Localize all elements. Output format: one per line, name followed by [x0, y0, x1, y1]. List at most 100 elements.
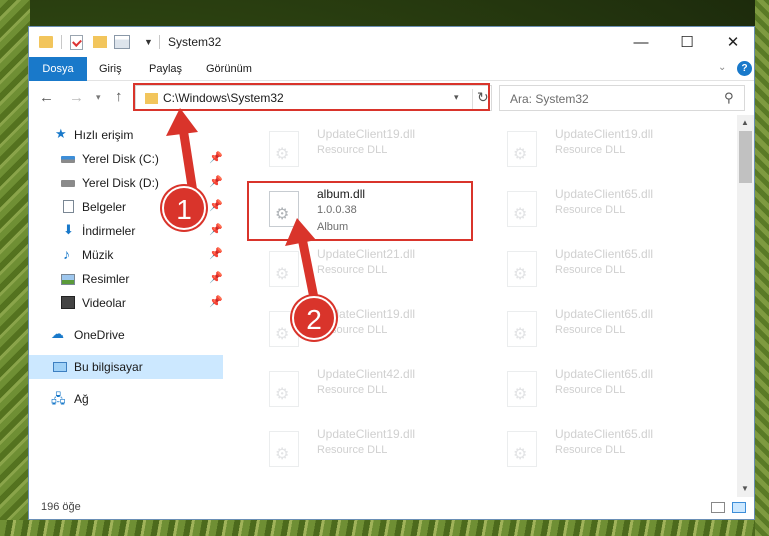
- sidebar-item-label: Resimler: [82, 272, 130, 286]
- scroll-down-arrow-icon[interactable]: ▼: [741, 484, 749, 493]
- scroll-up-arrow-icon[interactable]: ▲: [741, 118, 749, 127]
- pictures-icon: [61, 274, 75, 285]
- minimize-button[interactable]: —: [618, 27, 664, 57]
- file-item[interactable]: UpdateClient65.dll Resource DLL: [489, 183, 719, 239]
- file-item[interactable]: UpdateClient19.dll Resource DLL: [489, 123, 719, 179]
- file-name: UpdateClient42.dll: [317, 367, 416, 381]
- pin-icon[interactable]: 📌: [209, 271, 223, 284]
- file-name: UpdateClient21.dll: [317, 247, 416, 261]
- tab-view[interactable]: Görünüm: [206, 57, 252, 81]
- dll-file-icon: [507, 371, 537, 407]
- file-highlight-box: [247, 181, 473, 241]
- dll-file-icon: [507, 191, 537, 227]
- file-item[interactable]: UpdateClient65.dll Resource DLL: [489, 363, 719, 419]
- file-item[interactable]: UpdateClient19.dll Resource DLL: [251, 303, 481, 359]
- desktop-background: [0, 0, 30, 536]
- downloads-icon: ⬇: [63, 222, 74, 237]
- file-description: Resource DLL: [555, 204, 626, 216]
- file-description: Resource DLL: [317, 144, 388, 156]
- file-name: UpdateClient65.dll: [555, 307, 654, 321]
- file-description: Resource DLL: [555, 264, 626, 276]
- sidebar-item-this-pc[interactable]: Bu bilgisayar: [29, 355, 223, 379]
- scrollbar-thumb[interactable]: [739, 131, 752, 183]
- file-item[interactable]: UpdateClient42.dll Resource DLL: [251, 363, 481, 419]
- search-icon[interactable]: ⚲: [724, 90, 734, 106]
- pin-icon[interactable]: 📌: [209, 151, 223, 164]
- maximize-button[interactable]: ☐: [664, 27, 710, 57]
- sidebar-item-label: OneDrive: [74, 328, 125, 342]
- file-name: UpdateClient19.dll: [317, 127, 416, 141]
- help-icon[interactable]: ?: [737, 61, 752, 76]
- onedrive-cloud-icon: ☁: [51, 326, 64, 341]
- ribbon-expand-chevron-icon[interactable]: ⌄: [718, 62, 726, 73]
- pin-icon[interactable]: 📌: [209, 295, 223, 308]
- back-arrow-icon[interactable]: ←: [39, 89, 54, 106]
- tab-file[interactable]: Dosya: [29, 57, 87, 81]
- up-arrow-icon[interactable]: ↑: [115, 88, 123, 105]
- navigation-bar: ← → ▾ ↑ C:\Windows\System32 ▾ ↻ Ara: Sys…: [29, 82, 754, 114]
- file-description: Resource DLL: [555, 144, 626, 156]
- sidebar-item-label: Belgeler: [82, 200, 127, 214]
- quick-access-star-icon: ★: [55, 126, 67, 141]
- new-folder-icon[interactable]: [93, 36, 107, 48]
- sidebar-item-network[interactable]: 🖧 Ağ: [29, 387, 223, 411]
- file-description: Resource DLL: [317, 264, 388, 276]
- sidebar-item-videos[interactable]: Videolar 📌: [29, 291, 223, 315]
- file-item[interactable]: UpdateClient21.dll Resource DLL: [251, 243, 481, 299]
- file-name: UpdateClient19.dll: [555, 127, 654, 141]
- sidebar-item-label: Yerel Disk (C:): [82, 152, 159, 166]
- file-explorer-window: ▼ System32 — ☐ ✕ Dosya Giriş Paylaş Görü…: [28, 26, 755, 520]
- file-description: Resource DLL: [317, 384, 388, 396]
- folder-icon: [39, 36, 53, 48]
- file-description: Resource DLL: [555, 324, 626, 336]
- file-item[interactable]: UpdateClient19.dll Resource DLL: [251, 423, 481, 479]
- file-item[interactable]: UpdateClient65.dll Resource DLL: [489, 303, 719, 359]
- file-item[interactable]: UpdateClient65.dll Resource DLL: [489, 423, 719, 479]
- dll-file-icon: [269, 371, 299, 407]
- pin-icon[interactable]: 📌: [209, 199, 223, 212]
- chevron-down-icon[interactable]: ▼: [144, 37, 153, 47]
- sidebar-item-local-disk-c[interactable]: Yerel Disk (C:) 📌: [29, 147, 223, 171]
- forward-arrow-icon[interactable]: →: [69, 89, 84, 106]
- file-item[interactable]: UpdateClient65.dll Resource DLL: [489, 243, 719, 299]
- sidebar-item-label: Hızlı erişim: [74, 128, 134, 142]
- sidebar-item-pictures[interactable]: Resimler 📌: [29, 267, 223, 291]
- close-button[interactable]: ✕: [710, 27, 756, 57]
- dll-file-icon: [507, 431, 537, 467]
- pin-icon[interactable]: 📌: [209, 247, 223, 260]
- music-icon: ♪: [63, 246, 70, 262]
- step-callout-1: 1: [162, 186, 206, 230]
- sidebar-item-onedrive[interactable]: ☁ OneDrive: [29, 323, 223, 347]
- address-bar-highlight: [133, 83, 490, 111]
- sidebar-item-label: Müzik: [82, 248, 114, 262]
- file-item[interactable]: UpdateClient19.dll Resource DLL: [251, 123, 481, 179]
- title-bar: ▼ System32 — ☐ ✕: [29, 27, 754, 57]
- search-input[interactable]: Ara: System32 ⚲: [499, 85, 745, 111]
- navigation-pane: ★ Hızlı erişim Yerel Disk (C:) 📌 Yerel D…: [29, 123, 223, 483]
- recent-locations-chevron-icon[interactable]: ▾: [96, 92, 101, 103]
- ribbon: Dosya Giriş Paylaş Görünüm ⌄ ?: [29, 57, 754, 81]
- details-view-icon[interactable]: [711, 502, 725, 513]
- pin-icon[interactable]: 📌: [209, 175, 223, 188]
- file-name: UpdateClient65.dll: [555, 427, 654, 441]
- tab-share[interactable]: Paylaş: [149, 57, 182, 81]
- search-placeholder: Ara: System32: [510, 92, 589, 106]
- dll-file-icon: [269, 131, 299, 167]
- vertical-scrollbar[interactable]: ▲ ▼: [737, 115, 754, 497]
- desktop-background-right: [755, 0, 769, 536]
- desktop-background-bottom: [0, 520, 769, 536]
- sidebar-item-label: Ağ: [74, 392, 89, 406]
- pin-icon[interactable]: 📌: [209, 223, 223, 236]
- dll-file-icon: [269, 431, 299, 467]
- tab-home[interactable]: Giriş: [99, 57, 122, 81]
- tiles-view-icon[interactable]: [732, 502, 746, 513]
- sidebar-item-music[interactable]: ♪ Müzik 📌: [29, 243, 223, 267]
- sidebar-item-label: Bu bilgisayar: [74, 360, 143, 374]
- item-count: 196 öğe: [41, 501, 81, 513]
- properties-icon[interactable]: [70, 35, 83, 50]
- sidebar-item-quick-access[interactable]: ★ Hızlı erişim: [29, 123, 223, 147]
- file-name: UpdateClient65.dll: [555, 187, 654, 201]
- window-title: System32: [168, 35, 222, 49]
- customize-view-icon[interactable]: [114, 35, 130, 49]
- step-callout-2: 2: [292, 296, 336, 340]
